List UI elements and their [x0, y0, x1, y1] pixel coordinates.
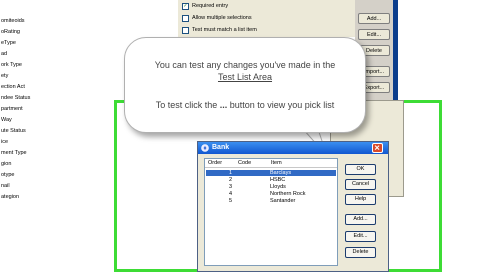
- required-entry-checkbox[interactable]: ✓: [182, 2, 189, 10]
- add-button[interactable]: Add...: [358, 13, 390, 24]
- allow-multiple-label: Allow multiple selections: [192, 15, 252, 21]
- edit-item-button[interactable]: Edit...: [345, 231, 376, 242]
- tree-item[interactable]: ice: [1, 139, 8, 146]
- tooltip-callout: You can test any changes you've made in …: [124, 37, 366, 133]
- tree-item[interactable]: omiteoids: [1, 18, 25, 25]
- tree-item[interactable]: ork Type: [1, 62, 22, 69]
- row-item: HSBC: [270, 177, 286, 183]
- pick-list[interactable]: Order Code Item 1 Barclays 2 HSBC 3 Lloy…: [204, 158, 338, 266]
- match-list-checkbox[interactable]: [182, 26, 189, 34]
- column-header-item[interactable]: Item: [271, 160, 282, 166]
- list-row[interactable]: 5 Santander: [206, 198, 336, 204]
- tree-item[interactable]: ategion: [1, 194, 19, 201]
- ok-button[interactable]: OK: [345, 164, 376, 175]
- app-icon: [201, 144, 209, 152]
- tree-item[interactable]: otype: [1, 172, 14, 179]
- help-button[interactable]: Help: [345, 194, 376, 205]
- delete-item-button[interactable]: Delete: [345, 247, 376, 258]
- allow-multiple-checkbox-row[interactable]: Allow multiple selections: [182, 14, 252, 22]
- callout-line-1: You can test any changes you've made in …: [154, 60, 336, 70]
- callout-link-text: Test List Area: [217, 72, 273, 82]
- callout-line-3: To test click the ... button to view you…: [125, 100, 365, 110]
- close-icon[interactable]: [372, 143, 383, 153]
- row-order: 2: [229, 177, 233, 183]
- bank-dialog: Bank Order Code Item 1 Barclays 2 HSBC 3…: [197, 141, 389, 272]
- tree-item[interactable]: nail: [1, 183, 10, 190]
- list-row[interactable]: 1 Barclays: [206, 170, 336, 176]
- list-row[interactable]: 2 HSBC: [206, 177, 336, 183]
- row-order: 3: [229, 184, 233, 190]
- required-entry-label: Required entry: [192, 3, 229, 9]
- add-item-button[interactable]: Add...: [345, 214, 376, 225]
- callout-text-part: button to view you pick list: [227, 100, 335, 110]
- tree-item[interactable]: Way: [1, 117, 12, 124]
- required-entry-checkbox-row[interactable]: ✓ Required entry: [182, 2, 228, 10]
- tree-item[interactable]: eType: [1, 40, 16, 47]
- allow-multiple-checkbox[interactable]: [182, 14, 189, 22]
- callout-line-2: Test List Area: [125, 72, 365, 82]
- tree-item[interactable]: gion: [1, 161, 11, 168]
- close-x-icon: [374, 145, 380, 150]
- dialog-title: Bank: [212, 144, 230, 151]
- cancel-button[interactable]: Cancel: [345, 179, 376, 190]
- list-row[interactable]: 4 Northern Rock: [206, 191, 336, 197]
- edit-button[interactable]: Edit...: [358, 29, 390, 40]
- row-item: Northern Rock: [270, 191, 306, 197]
- tree-item[interactable]: ndee Status: [1, 95, 30, 102]
- tree-item[interactable]: ment Type: [1, 150, 27, 157]
- tree-item[interactable]: ection Act: [1, 84, 25, 91]
- settings-panel: ✓ Required entry Allow multiple selectio…: [178, 0, 355, 37]
- row-item: Lloyds: [270, 184, 286, 190]
- tree-item[interactable]: oRating: [1, 29, 20, 36]
- column-header-code[interactable]: Code: [238, 160, 251, 166]
- row-item: Santander: [270, 198, 296, 204]
- match-list-checkbox-row[interactable]: Test must match a list item: [182, 26, 257, 34]
- row-order: 1: [229, 170, 233, 176]
- callout-text-part: To test click the: [155, 100, 220, 110]
- tree-item[interactable]: ety: [1, 73, 8, 80]
- row-order: 4: [229, 191, 233, 197]
- header-divider: [205, 167, 337, 168]
- row-order: 5: [229, 198, 233, 204]
- row-item: Barclays: [270, 170, 292, 176]
- dialog-titlebar[interactable]: Bank: [198, 142, 388, 154]
- tree-item[interactable]: ute Status: [1, 128, 26, 135]
- column-header-order[interactable]: Order: [208, 160, 222, 166]
- match-list-label: Test must match a list item: [192, 27, 257, 33]
- tree-item[interactable]: partment: [1, 106, 23, 113]
- list-row[interactable]: 3 Lloyds: [206, 184, 336, 190]
- tree-item[interactable]: ad: [1, 51, 7, 58]
